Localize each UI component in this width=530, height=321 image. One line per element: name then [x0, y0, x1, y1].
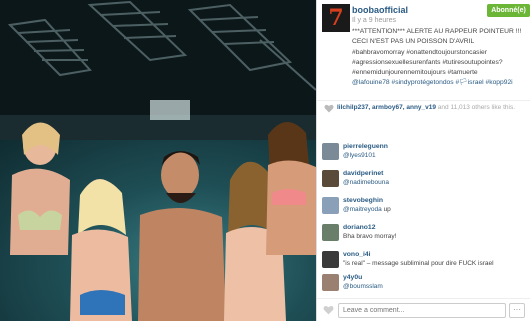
comment-item: stevobeghin @maitreyoda up — [317, 194, 530, 218]
caption-line: CECI N'EST PAS UN POISSON D'AVRIL — [352, 38, 475, 46]
post-photo[interactable] — [0, 0, 316, 321]
comment-text: Bha bravo morray! — [343, 233, 397, 240]
comment-item: y4y0u @boumsslam — [317, 271, 530, 295]
comment-rest: up — [381, 206, 391, 213]
likes-row: lilchilp237, armboy67, anny_v19 and 11,0… — [317, 100, 530, 114]
avatar-glyph: 7 — [328, 5, 344, 31]
comment-footer: ··· — [317, 298, 530, 321]
likes-text[interactable]: lilchilp237, armboy67, anny_v19 and 11,0… — [337, 104, 515, 111]
avatar[interactable] — [322, 170, 339, 187]
caption-line: ***ATTENTION*** ALERTE AU RAPPEUR POINTE… — [352, 28, 522, 35]
comment-username[interactable]: y4y0u — [343, 274, 362, 281]
caption-line[interactable]: #bahbravomorray #onattendtoujourstoncasi… — [352, 48, 524, 58]
avatar[interactable] — [322, 224, 339, 241]
avatar[interactable] — [322, 143, 339, 160]
caption-line[interactable]: @lafouine78 #sindyprotégetondos #🏳israel… — [352, 78, 524, 88]
follow-button[interactable]: Abonné(e) — [487, 4, 530, 17]
comment-item: pierreleguenn @lyes9101 — [317, 140, 530, 164]
group-of-people — [10, 121, 316, 321]
comment-username[interactable]: vono_i4i — [343, 251, 371, 258]
comment-item: vono_i4i "is real" – message subliminal … — [317, 248, 530, 272]
post-username[interactable]: boobaofficial — [352, 5, 408, 15]
comment-text[interactable]: @nadimebouna — [343, 179, 389, 186]
comment-username[interactable]: stevobeghin — [343, 197, 383, 204]
comment-mention[interactable]: @maitreyoda — [343, 206, 382, 213]
post-caption: ***ATTENTION*** ALERTE AU RAPPEUR POINTE… — [352, 27, 524, 89]
caption-line[interactable]: #agressionsexuellesurenfants #tutiresout… — [352, 58, 524, 68]
comment-text: @maitreyoda up — [343, 206, 391, 213]
avatar[interactable]: 7 — [322, 4, 350, 32]
comment-username[interactable]: pierreleguenn — [343, 143, 388, 150]
likes-count: and 11,013 others like this. — [436, 104, 516, 111]
post-header: 7 boobaofficial Il y a 9 heures Abonné(e… — [317, 0, 530, 96]
likes-users[interactable]: lilchilp237, armboy67, anny_v19 — [337, 104, 436, 111]
comment-input[interactable] — [338, 303, 506, 318]
comment-text: "is real" – message subliminal pour dire… — [343, 260, 494, 267]
comment-username[interactable]: davidperinet — [343, 170, 383, 177]
heart-icon[interactable] — [324, 104, 334, 113]
post-timestamp: Il y a 9 heures — [352, 17, 396, 24]
like-heart-icon[interactable] — [323, 305, 334, 315]
post-details-panel: 7 boobaofficial Il y a 9 heures Abonné(e… — [317, 0, 530, 321]
avatar[interactable] — [322, 274, 339, 291]
more-options-button[interactable]: ··· — [509, 303, 525, 318]
comment-username[interactable]: doriano12 — [343, 224, 375, 231]
caption-line[interactable]: #ennemidunjourennemitoujours #tamuerte — [352, 68, 524, 78]
comment-text[interactable]: @lyes9101 — [343, 152, 376, 159]
comment-item: davidperinet @nadimebouna — [317, 167, 530, 191]
comment-text[interactable]: @boumsslam — [343, 283, 383, 290]
avatar[interactable] — [322, 251, 339, 268]
avatar[interactable] — [322, 197, 339, 214]
comment-item: doriano12 Bha bravo morray! — [317, 221, 530, 245]
